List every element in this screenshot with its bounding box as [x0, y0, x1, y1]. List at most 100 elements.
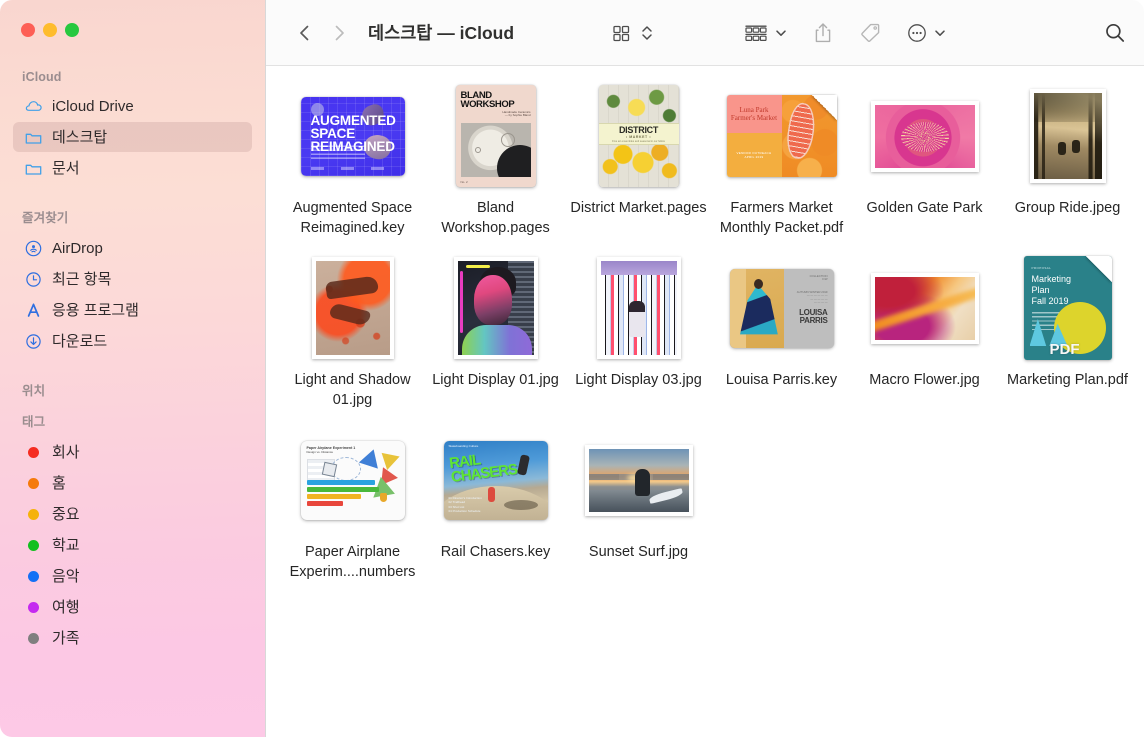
file-item[interactable]: Light and Shadow 01.jpg [281, 254, 424, 410]
minimize-button[interactable] [43, 23, 57, 37]
sidebar-tag-travel[interactable]: 여행 [13, 592, 252, 622]
keynote-thumb-augmented: AUGMENTEDSPACEREIMAGINED [301, 97, 405, 176]
file-thumbnail: AUGMENTEDSPACEREIMAGINED [281, 82, 424, 190]
sidebar-tag-important[interactable]: 중요 [13, 499, 252, 529]
group-by-button[interactable] [739, 16, 792, 50]
sidebar-item-label: 가족 [52, 631, 80, 646]
finder-window: iCloud iCloud Drive 데스크탑 문서 [0, 0, 1144, 737]
file-name: District Market.pages [570, 198, 707, 218]
sidebar-item-label: 음악 [52, 569, 80, 584]
file-thumbnail [281, 254, 424, 362]
sidebar-tag-school[interactable]: 학교 [13, 530, 252, 560]
sidebar-section-favorites: 즐겨찾기 AirDrop [0, 207, 265, 356]
file-item[interactable]: Light Display 01.jpg [424, 254, 567, 410]
search-button[interactable] [1099, 16, 1131, 50]
sidebar-section-tags: 태그 회사 홈 중요 학교 음악 여행 [0, 411, 265, 653]
photo-thumb-macro-flower [871, 273, 979, 344]
photo-thumb-group-ride [1030, 89, 1106, 183]
folder-icon [24, 128, 43, 147]
ellipsis-circle-icon [906, 22, 928, 44]
sidebar-item-label: 중요 [52, 507, 80, 522]
file-item[interactable]: Luna ParkFarmer's Market VENDOR OUTREACH… [710, 82, 853, 238]
file-thumbnail [853, 254, 996, 362]
file-thumbnail: Luna ParkFarmer's Market VENDOR OUTREACH… [710, 82, 853, 190]
search-icon [1103, 21, 1127, 45]
sidebar-item-label: 학교 [52, 538, 80, 553]
file-thumbnail: Paper Airplane Experiment 1Design vs. Di… [281, 426, 424, 534]
file-item[interactable]: Light Display 03.jpg [567, 254, 710, 410]
traffic-lights [0, 0, 265, 46]
sidebar-item-icloud-drive[interactable]: iCloud Drive [13, 91, 252, 121]
add-tag-button[interactable] [854, 16, 886, 50]
file-item[interactable]: Sunset Surf.jpg [567, 426, 710, 582]
file-thumbnail [567, 254, 710, 362]
file-name: Augmented Space Reimagined.key [284, 198, 421, 238]
sidebar-tag-music[interactable]: 음악 [13, 561, 252, 591]
toolbar: 데스크탑 — iCloud [266, 0, 1144, 66]
file-item[interactable]: Golden Gate Park [853, 82, 996, 238]
sidebar-item-label: 데스크탑 [52, 130, 107, 145]
group-by-icon [743, 22, 769, 44]
keynote-thumb-rail-chasers: Skateboarding Culture RAILCHASERS 01 Dir… [444, 441, 548, 520]
sidebar-tag-home[interactable]: 홈 [13, 468, 252, 498]
chevron-down-icon [774, 26, 788, 40]
main-area: 데스크탑 — iCloud [265, 0, 1144, 737]
back-button[interactable] [288, 16, 322, 50]
more-actions-button[interactable] [902, 16, 951, 50]
file-item[interactable]: AUGMENTEDSPACEREIMAGINED Augmented Space… [281, 82, 424, 238]
photo-thumb-golden-gate-park [871, 101, 979, 172]
sidebar-item-airdrop[interactable]: AirDrop [13, 233, 252, 263]
file-name: Sunset Surf.jpg [570, 542, 707, 562]
tag-icon [858, 21, 882, 45]
sidebar-item-documents[interactable]: 문서 [13, 153, 252, 183]
file-name: Farmers Market Monthly Packet.pdf [713, 198, 850, 238]
grid-view-icon [611, 23, 631, 43]
file-thumbnail [567, 426, 710, 534]
file-name: Bland Workshop.pages [427, 198, 564, 238]
file-thumbnail [853, 82, 996, 190]
sidebar-section-title-icloud: iCloud [0, 70, 265, 90]
tag-dot-icon [24, 567, 43, 586]
chevron-up-down-icon [639, 22, 655, 44]
file-thumbnail: PROPOSAL MarketingPlanFall 2019 PDF [996, 254, 1139, 362]
tag-dot-icon [24, 505, 43, 524]
file-grid-scroll[interactable]: AUGMENTEDSPACEREIMAGINED Augmented Space… [266, 66, 1144, 737]
keynote-thumb-louisa-parris: COLLECTIONF/W AUTUMN WINTER 2019— — — — … [730, 269, 834, 348]
file-item[interactable]: PROPOSAL MarketingPlanFall 2019 PDF Mark… [996, 254, 1139, 410]
photo-thumb-sunset-surf [585, 445, 693, 516]
sort-order-button[interactable] [635, 16, 659, 50]
sidebar: iCloud iCloud Drive 데스크탑 문서 [0, 0, 265, 737]
file-item[interactable]: Group Ride.jpeg [996, 82, 1139, 238]
sidebar-item-label: AirDrop [52, 241, 103, 256]
sidebar-item-applications[interactable]: 응용 프로그램 [13, 295, 252, 325]
tag-dot-icon [24, 629, 43, 648]
airdrop-icon [24, 239, 43, 258]
sidebar-item-desktop[interactable]: 데스크탑 [13, 122, 252, 152]
file-item[interactable]: Macro Flower.jpg [853, 254, 996, 410]
file-item[interactable]: BLANDWORKSHOP Handmade Ceramics— by Soph… [424, 82, 567, 238]
view-mode-button[interactable] [607, 16, 635, 50]
forward-button[interactable] [322, 16, 356, 50]
file-thumbnail [996, 82, 1139, 190]
sidebar-item-label: 최근 항목 [52, 272, 111, 287]
file-item[interactable]: Paper Airplane Experiment 1Design vs. Di… [281, 426, 424, 582]
sidebar-section-icloud: iCloud iCloud Drive 데스크탑 문서 [0, 70, 265, 183]
file-name: Macro Flower.jpg [856, 370, 993, 390]
zoom-button[interactable] [65, 23, 79, 37]
sidebar-item-downloads[interactable]: 다운로드 [13, 326, 252, 356]
applications-icon [24, 301, 43, 320]
share-button[interactable] [808, 16, 838, 50]
file-thumbnail: COLLECTIONF/W AUTUMN WINTER 2019— — — — … [710, 254, 853, 362]
sidebar-tag-work[interactable]: 회사 [13, 437, 252, 467]
file-name: Rail Chasers.key [427, 542, 564, 562]
close-button[interactable] [21, 23, 35, 37]
sidebar-item-label: iCloud Drive [52, 99, 134, 114]
file-name: Louisa Parris.key [713, 370, 850, 390]
file-item[interactable]: Skateboarding Culture RAILCHASERS 01 Dir… [424, 426, 567, 582]
sidebar-item-recents[interactable]: 최근 항목 [13, 264, 252, 294]
sidebar-tag-family[interactable]: 가족 [13, 623, 252, 653]
file-item[interactable]: COLLECTIONF/W AUTUMN WINTER 2019— — — — … [710, 254, 853, 410]
download-icon [24, 332, 43, 351]
sidebar-item-label: 다운로드 [52, 334, 107, 349]
file-item[interactable]: DISTRICT • MARKET • Fine art ensembles a… [567, 82, 710, 238]
